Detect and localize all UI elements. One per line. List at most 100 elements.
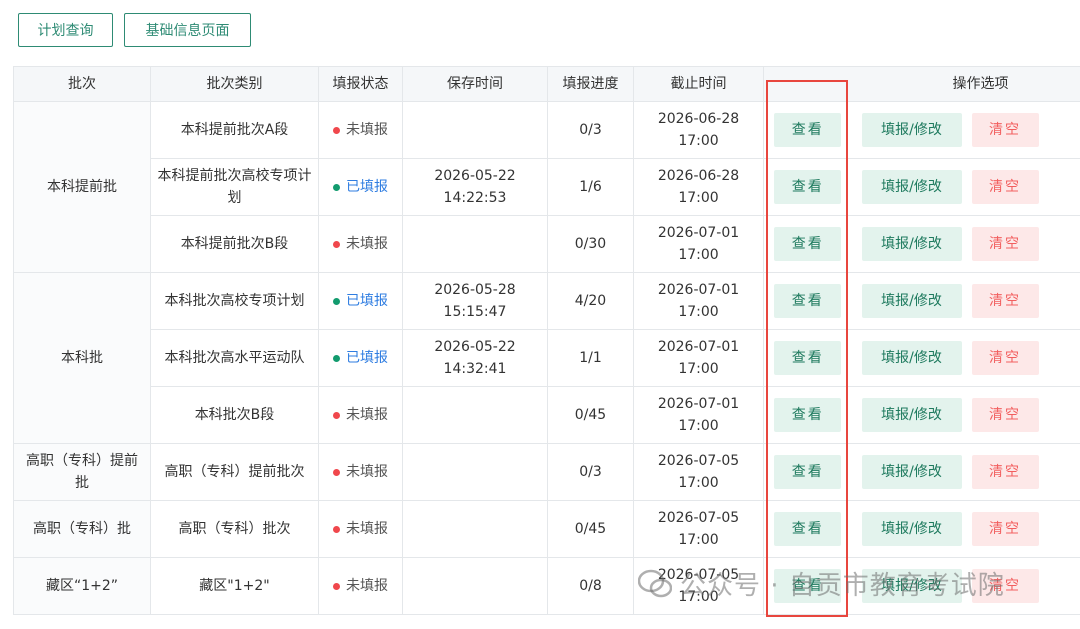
progress-cell: 0/3 xyxy=(547,443,634,501)
view-cell: 查看 xyxy=(763,443,852,501)
batch-type-cell: 高职（专科）批次 xyxy=(150,500,319,558)
status-badge: 未填报 xyxy=(333,461,388,483)
view-button[interactable]: 查看 xyxy=(774,455,842,489)
status-badge: 已填报 xyxy=(333,290,388,312)
batch-cell: 高职（专科）批 xyxy=(13,500,151,558)
deadline-time: 17:00 xyxy=(678,589,719,605)
edit-cell: 填报/修改 xyxy=(851,272,972,330)
save-clock: 14:32:41 xyxy=(443,361,507,377)
status-dot-icon xyxy=(333,525,340,533)
view-cell: 查看 xyxy=(763,215,852,273)
deadline-date: 2026-06-28 xyxy=(657,168,740,184)
fill-edit-button[interactable]: 填报/修改 xyxy=(861,341,962,375)
status-text: 已填报 xyxy=(346,179,388,196)
fill-edit-button[interactable]: 填报/修改 xyxy=(861,284,962,318)
deadline-cell: 2026-06-28 17:00 xyxy=(633,101,764,159)
view-cell: 查看 xyxy=(763,272,852,330)
status-cell: 未填报 xyxy=(318,443,403,501)
view-cell: 查看 xyxy=(763,557,852,615)
status-dot-icon xyxy=(333,126,340,134)
save-time-cell: 2026-05-22 14:22:53 xyxy=(402,158,548,216)
table-row: 本科批次高水平运动队 已填报 2026-05-22 14:32:41 1/1 2… xyxy=(14,329,1080,387)
status-cell: 未填报 xyxy=(318,557,403,615)
fill-edit-button[interactable]: 填报/修改 xyxy=(861,113,962,147)
view-cell: 查看 xyxy=(763,386,852,444)
plan-query-button[interactable]: 计划查询 xyxy=(18,13,113,47)
status-cell: 已填报 xyxy=(318,158,403,216)
header-save-time: 保存时间 xyxy=(402,66,548,102)
view-button[interactable]: 查看 xyxy=(774,569,842,603)
table-row: 高职（专科）批 高职（专科）批次 未填报 0/45 2026-07-05 17:… xyxy=(13,500,1080,558)
batch-cell: 藏区“1+2” xyxy=(13,557,151,615)
clear-cell: 清空 xyxy=(971,500,1080,558)
clear-cell: 清空 xyxy=(971,386,1080,444)
table-header-row: 批次 批次类别 填报状态 保存时间 填报进度 截止时间 操作选项 xyxy=(13,66,1080,102)
view-button[interactable]: 查看 xyxy=(774,284,842,318)
clear-button[interactable]: 清空 xyxy=(971,569,1039,603)
progress-cell: 0/30 xyxy=(547,215,634,273)
batch-type-cell: 藏区"1+2" xyxy=(150,557,319,615)
clear-button[interactable]: 清空 xyxy=(971,398,1039,432)
fill-edit-button[interactable]: 填报/修改 xyxy=(861,227,962,261)
save-date: 2026-05-28 xyxy=(434,282,516,298)
clear-cell: 清空 xyxy=(971,272,1080,330)
progress-cell: 0/3 xyxy=(547,101,634,159)
view-button[interactable]: 查看 xyxy=(774,170,842,204)
status-text: 未填报 xyxy=(346,236,388,253)
deadline-cell: 2026-07-01 17:00 xyxy=(633,272,764,330)
progress-cell: 4/20 xyxy=(547,272,634,330)
view-button[interactable]: 查看 xyxy=(774,113,842,147)
progress-cell: 1/6 xyxy=(547,158,634,216)
status-cell: 已填报 xyxy=(318,329,403,387)
basic-info-button[interactable]: 基础信息页面 xyxy=(124,13,251,47)
deadline-cell: 2026-07-05 17:00 xyxy=(633,443,764,501)
progress-cell: 0/45 xyxy=(547,500,634,558)
view-button[interactable]: 查看 xyxy=(774,227,842,261)
save-date: 2026-05-22 xyxy=(434,339,516,355)
view-button[interactable]: 查看 xyxy=(774,398,842,432)
clear-button[interactable]: 清空 xyxy=(971,170,1039,204)
header-operations-label: 操作选项 xyxy=(952,76,1009,92)
status-cell: 未填报 xyxy=(318,215,403,273)
clear-button[interactable]: 清空 xyxy=(971,341,1039,375)
status-dot-icon xyxy=(333,582,340,590)
status-dot-icon xyxy=(333,354,340,362)
clear-button[interactable]: 清空 xyxy=(971,512,1039,546)
header-batch-type: 批次类别 xyxy=(150,66,319,102)
fill-edit-button[interactable]: 填报/修改 xyxy=(861,512,962,546)
status-dot-icon xyxy=(333,468,340,476)
status-dot-icon xyxy=(333,240,340,248)
view-button[interactable]: 查看 xyxy=(774,512,842,546)
header-fill-status: 填报状态 xyxy=(318,66,403,102)
deadline-time: 17:00 xyxy=(678,133,719,149)
fill-edit-button[interactable]: 填报/修改 xyxy=(861,455,962,489)
deadline-cell: 2026-07-01 17:00 xyxy=(633,215,764,273)
clear-button[interactable]: 清空 xyxy=(971,227,1039,261)
view-button[interactable]: 查看 xyxy=(774,341,842,375)
batch-type-cell: 本科批次高水平运动队 xyxy=(150,329,319,387)
deadline-time: 17:00 xyxy=(678,418,719,434)
fill-edit-button[interactable]: 填报/修改 xyxy=(861,398,962,432)
clear-button[interactable]: 清空 xyxy=(971,113,1039,147)
header-batch: 批次 xyxy=(13,66,151,102)
status-dot-icon xyxy=(333,183,340,191)
status-text: 未填报 xyxy=(346,464,388,481)
save-time-cell xyxy=(402,443,548,501)
deadline-cell: 2026-07-05 17:00 xyxy=(633,500,764,558)
fill-edit-button[interactable]: 填报/修改 xyxy=(861,170,962,204)
status-badge: 未填报 xyxy=(333,233,388,255)
save-time-cell: 2026-05-28 15:15:47 xyxy=(402,272,548,330)
table-row: 本科提前批次B段 未填报 0/30 2026-07-01 17:00 查看 填报… xyxy=(14,215,1080,273)
batch-cell: 本科批 xyxy=(13,272,151,444)
progress-cell: 0/45 xyxy=(547,386,634,444)
fill-edit-button[interactable]: 填报/修改 xyxy=(861,569,962,603)
edit-cell: 填报/修改 xyxy=(851,443,972,501)
clear-cell: 清空 xyxy=(971,158,1080,216)
batch-type-cell: 高职（专科）提前批次 xyxy=(150,443,319,501)
clear-button[interactable]: 清空 xyxy=(971,284,1039,318)
clear-button[interactable]: 清空 xyxy=(971,455,1039,489)
batch-type-cell: 本科提前批次高校专项计划 xyxy=(150,158,319,216)
status-badge: 已填报 xyxy=(333,347,388,369)
header-operations: 操作选项 xyxy=(762,66,1080,102)
deadline-date: 2026-07-05 xyxy=(657,510,740,526)
